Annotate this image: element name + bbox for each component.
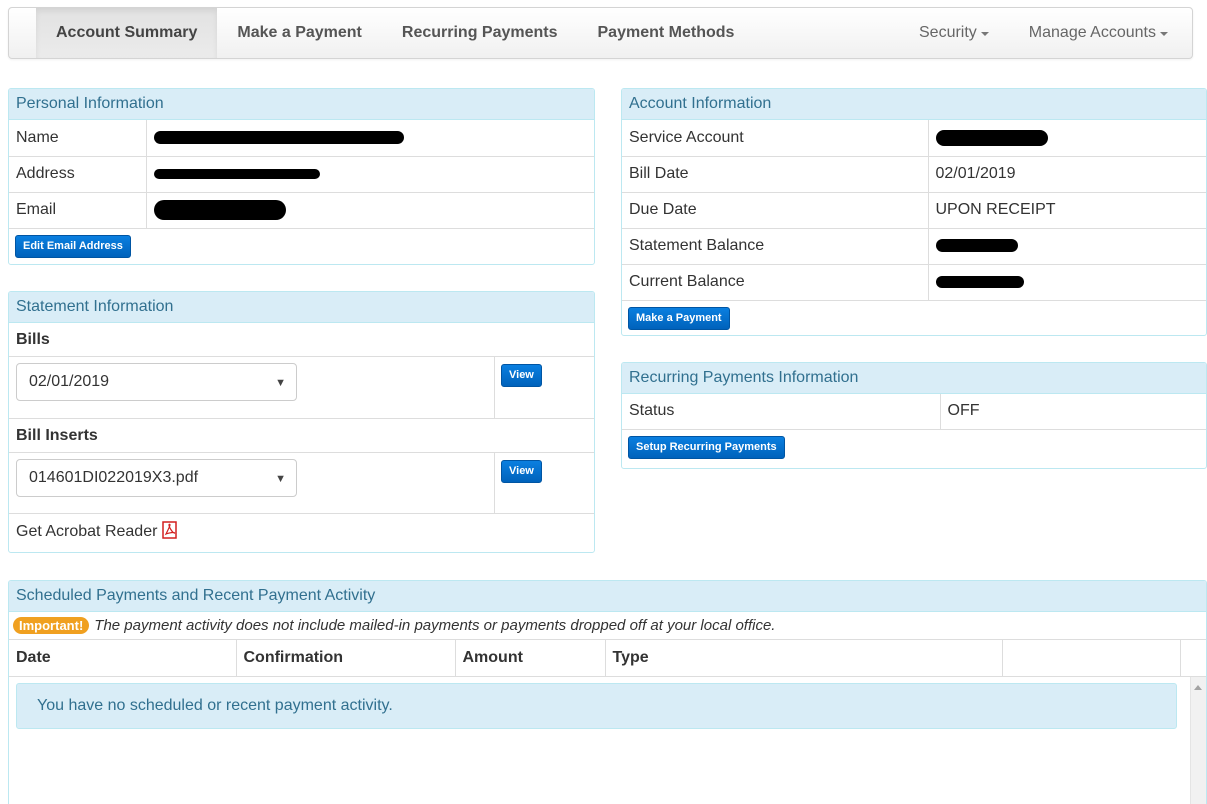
tab-account-summary[interactable]: Account Summary [36,8,218,58]
bill-inserts-label: Bill Inserts [9,419,594,453]
top-navbar: Account Summary Make a Payment Recurring… [8,7,1193,59]
setup-recurring-payments-button[interactable]: Setup Recurring Payments [628,435,785,459]
statement-information-heading: Statement Information [9,292,594,323]
status-value: OFF [940,394,1206,430]
nav-dropdowns: Security Manage Accounts [899,8,1168,58]
bill-inserts-row: 014601DI022019X3.pdf ▼ View [9,453,594,514]
acrobat-row: Get Acrobat Reader [9,514,594,550]
payment-activity-table-header: Date Confirmation Amount Type [9,640,1206,677]
name-label: Name [9,120,147,157]
statement-balance-label: Statement Balance [622,228,929,265]
redacted-current-balance [935,275,1024,288]
recurring-payments-panel: Recurring Payments Information Status OF… [621,362,1207,469]
caret-down-icon [1160,32,1168,36]
manage-accounts-label: Manage Accounts [1028,24,1156,41]
column-extra [1002,640,1181,677]
get-acrobat-reader-link[interactable]: Get Acrobat Reader [16,523,157,541]
email-value [146,192,594,229]
bill-date-label: Bill Date [622,156,929,193]
bills-select[interactable]: 02/01/2019 ▼ [16,363,297,401]
bill-inserts-view-cell: View [495,453,594,513]
bills-select-cell: 02/01/2019 ▼ [9,357,495,418]
important-notice-text: The payment activity does not include ma… [94,617,776,634]
recurring-payments-table: Status OFF [622,394,1206,430]
personal-information-heading: Personal Information [9,89,594,120]
personal-actions: Edit Email Address [9,229,594,264]
redacted-name [153,131,404,145]
scheduled-payments-panel: Scheduled Payments and Recent Payment Ac… [8,580,1207,804]
manage-accounts-dropdown[interactable]: Manage Accounts [1009,8,1168,58]
due-date-value: UPON RECEIPT [928,192,1206,229]
bill-date-row: Bill Date 02/01/2019 [622,156,1206,193]
email-row: Email [9,192,594,229]
nav-tabs: Account Summary Make a Payment Recurring… [36,8,754,58]
select-arrow-icon: ▼ [275,473,286,485]
tab-recurring-payments[interactable]: Recurring Payments [382,8,578,58]
account-information-table: Service Account Bill Date 02/01/2019 Due… [622,120,1206,301]
header-row: Date Confirmation Amount Type [9,640,1206,677]
bill-inserts-select[interactable]: 014601DI022019X3.pdf ▼ [16,459,297,497]
name-value [146,120,594,157]
recurring-actions: Setup Recurring Payments [622,430,1206,465]
current-balance-row: Current Balance [622,264,1206,301]
statement-information-panel: Statement Information Bills 02/01/2019 ▼… [8,291,595,553]
recurring-payments-heading: Recurring Payments Information [622,363,1206,394]
account-information-panel: Account Information Service Account Bill… [621,88,1207,336]
service-account-label: Service Account [622,120,929,157]
view-bill-button[interactable]: View [501,364,542,387]
column-confirmation: Confirmation [236,640,456,677]
column-date: Date [9,640,237,677]
select-arrow-icon: ▼ [275,377,286,389]
bills-label: Bills [9,323,594,357]
scheduled-payments-heading: Scheduled Payments and Recent Payment Ac… [9,581,1206,612]
account-actions: Make a Payment [622,301,1206,336]
status-row: Status OFF [622,394,1206,430]
make-a-payment-button[interactable]: Make a Payment [628,306,730,330]
pdf-icon[interactable] [161,520,179,544]
redacted-service-account [935,129,1048,146]
status-label: Status [622,394,941,430]
bill-inserts-selected-value: 014601DI022019X3.pdf [29,469,199,486]
bills-selected-value: 02/01/2019 [29,373,110,390]
redacted-address [153,168,320,179]
scroll-up-icon[interactable] [1194,684,1202,690]
due-date-label: Due Date [622,192,929,229]
bill-date-value: 02/01/2019 [928,156,1206,193]
edit-email-address-button[interactable]: Edit Email Address [15,234,131,258]
column-scroll-spacer [1180,640,1206,677]
bills-view-cell: View [495,357,594,418]
column-type: Type [605,640,1003,677]
security-label: Security [919,24,977,41]
account-information-heading: Account Information [622,89,1206,120]
current-balance-label: Current Balance [622,264,929,301]
address-row: Address [9,156,594,193]
caret-down-icon [980,32,989,36]
service-account-row: Service Account [622,120,1206,157]
current-balance-value [928,264,1206,301]
address-value [146,156,594,193]
bill-inserts-select-cell: 014601DI022019X3.pdf ▼ [9,453,495,513]
personal-information-panel: Personal Information Name Address Email … [8,88,595,265]
statement-balance-value [928,228,1206,265]
tab-make-a-payment[interactable]: Make a Payment [217,8,382,58]
view-insert-button[interactable]: View [501,460,542,483]
due-date-row: Due Date UPON RECEIPT [622,192,1206,229]
personal-information-table: Name Address Email [9,120,594,229]
email-label: Email [9,192,147,229]
payment-activity-scrollbar[interactable] [1190,676,1206,804]
important-notice: Important! The payment activity does not… [9,612,1206,640]
address-label: Address [9,156,147,193]
no-activity-alert: You have no scheduled or recent payment … [16,682,1177,729]
service-account-value [928,120,1206,157]
bills-row: 02/01/2019 ▼ View [9,357,594,419]
redacted-email [153,200,286,220]
payment-activity-body: You have no scheduled or recent payment … [9,676,1206,804]
statement-balance-row: Statement Balance [622,228,1206,265]
tab-payment-methods[interactable]: Payment Methods [578,8,755,58]
name-row: Name [9,120,594,157]
column-amount: Amount [455,640,606,677]
security-dropdown[interactable]: Security [899,8,1009,58]
important-badge: Important! [13,617,90,634]
redacted-statement-balance [935,239,1018,253]
